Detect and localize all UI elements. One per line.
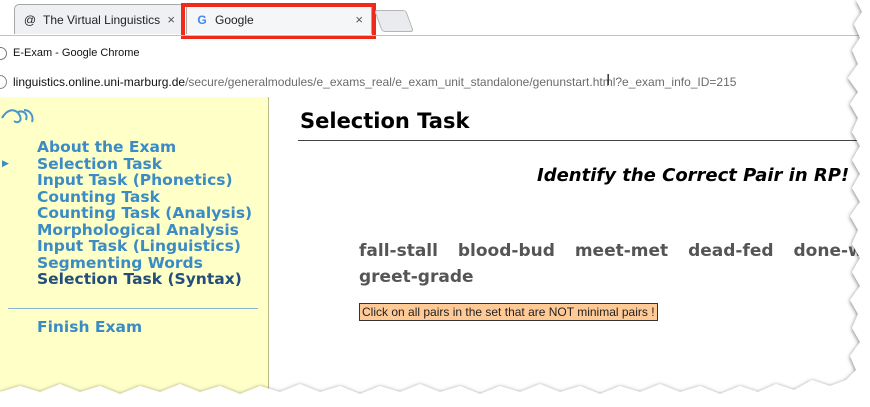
title-divider bbox=[298, 140, 870, 141]
sidebar-item-selection-task[interactable]: Selection Task bbox=[37, 155, 252, 173]
address-bar[interactable]: linguistics.online.uni-marburg.de/secure… bbox=[0, 70, 860, 94]
tab-title: The Virtual Linguistics Ca bbox=[43, 12, 161, 27]
sidebar-item-selection-task-syntax[interactable]: Selection Task (Syntax) bbox=[37, 271, 252, 288]
word-pair[interactable]: done-won bbox=[794, 238, 870, 264]
hint-box: Click on all pairs in the set that are N… bbox=[359, 303, 658, 321]
vlc-logo-icon bbox=[1, 109, 34, 124]
sidebar-item-input-task-linguistics[interactable]: Input Task (Linguistics) bbox=[37, 238, 252, 255]
word-pair[interactable]: greet-grade bbox=[359, 264, 474, 290]
window-title-text: E-Exam - Google Chrome bbox=[13, 47, 140, 59]
url-path: /secure/generalmodules/e_exams_real/e_ex… bbox=[185, 75, 737, 89]
sidebar-item-input-task-phonetics[interactable]: Input Task (Phonetics) bbox=[37, 172, 252, 189]
word-pair[interactable]: fall-stall bbox=[359, 238, 438, 264]
sidebar-divider bbox=[8, 308, 258, 309]
chrome-icon bbox=[0, 46, 7, 60]
word-pair[interactable]: blood-bud bbox=[458, 238, 555, 264]
window-title: E-Exam - Google Chrome bbox=[0, 42, 140, 64]
task-instruction: Identify the Correct Pair in RP! bbox=[537, 165, 850, 186]
finish-exam-link[interactable]: Finish Exam bbox=[37, 318, 142, 336]
current-item-arrow-icon: ▶ bbox=[2, 159, 9, 169]
word-pair[interactable]: meet-met bbox=[575, 238, 668, 264]
red-highlight-box bbox=[181, 3, 376, 39]
word-pair[interactable]: dead-fed bbox=[688, 238, 774, 264]
info-icon[interactable] bbox=[0, 75, 7, 89]
sidebar-item-counting-task[interactable]: Counting Task bbox=[37, 188, 252, 206]
sidebar: ▶ About the Exam Selection Task Input Ta… bbox=[0, 97, 269, 407]
sidebar-item-segmenting-words[interactable]: Segmenting Words bbox=[37, 254, 252, 272]
sidebar-nav: About the Exam Selection Task Input Task… bbox=[37, 139, 252, 288]
page-title: Selection Task bbox=[300, 109, 470, 133]
new-tab-button[interactable] bbox=[373, 10, 415, 32]
tab-virtual-linguistics[interactable]: @ The Virtual Linguistics Ca × bbox=[14, 4, 184, 34]
word-pairs: fall-stall blood-bud meet-met dead-fed d… bbox=[359, 238, 870, 290]
sidebar-item-about-the-exam[interactable]: About the Exam bbox=[37, 139, 252, 156]
url-host: linguistics.online.uni-marburg.de bbox=[13, 75, 186, 89]
sidebar-item-morphological-analysis[interactable]: Morphological Analysis bbox=[37, 221, 252, 239]
sidebar-item-counting-task-analysis[interactable]: Counting Task (Analysis) bbox=[37, 205, 252, 222]
tab-strip-divider bbox=[0, 35, 870, 36]
tab-strip: @ The Virtual Linguistics Ca × G Google … bbox=[0, 0, 870, 39]
text-cursor-icon: I bbox=[606, 71, 611, 89]
close-tab-icon[interactable]: × bbox=[167, 12, 175, 27]
at-sign-icon: @ bbox=[23, 12, 37, 27]
main-content: Selection Task Identify the Correct Pair… bbox=[269, 97, 870, 407]
